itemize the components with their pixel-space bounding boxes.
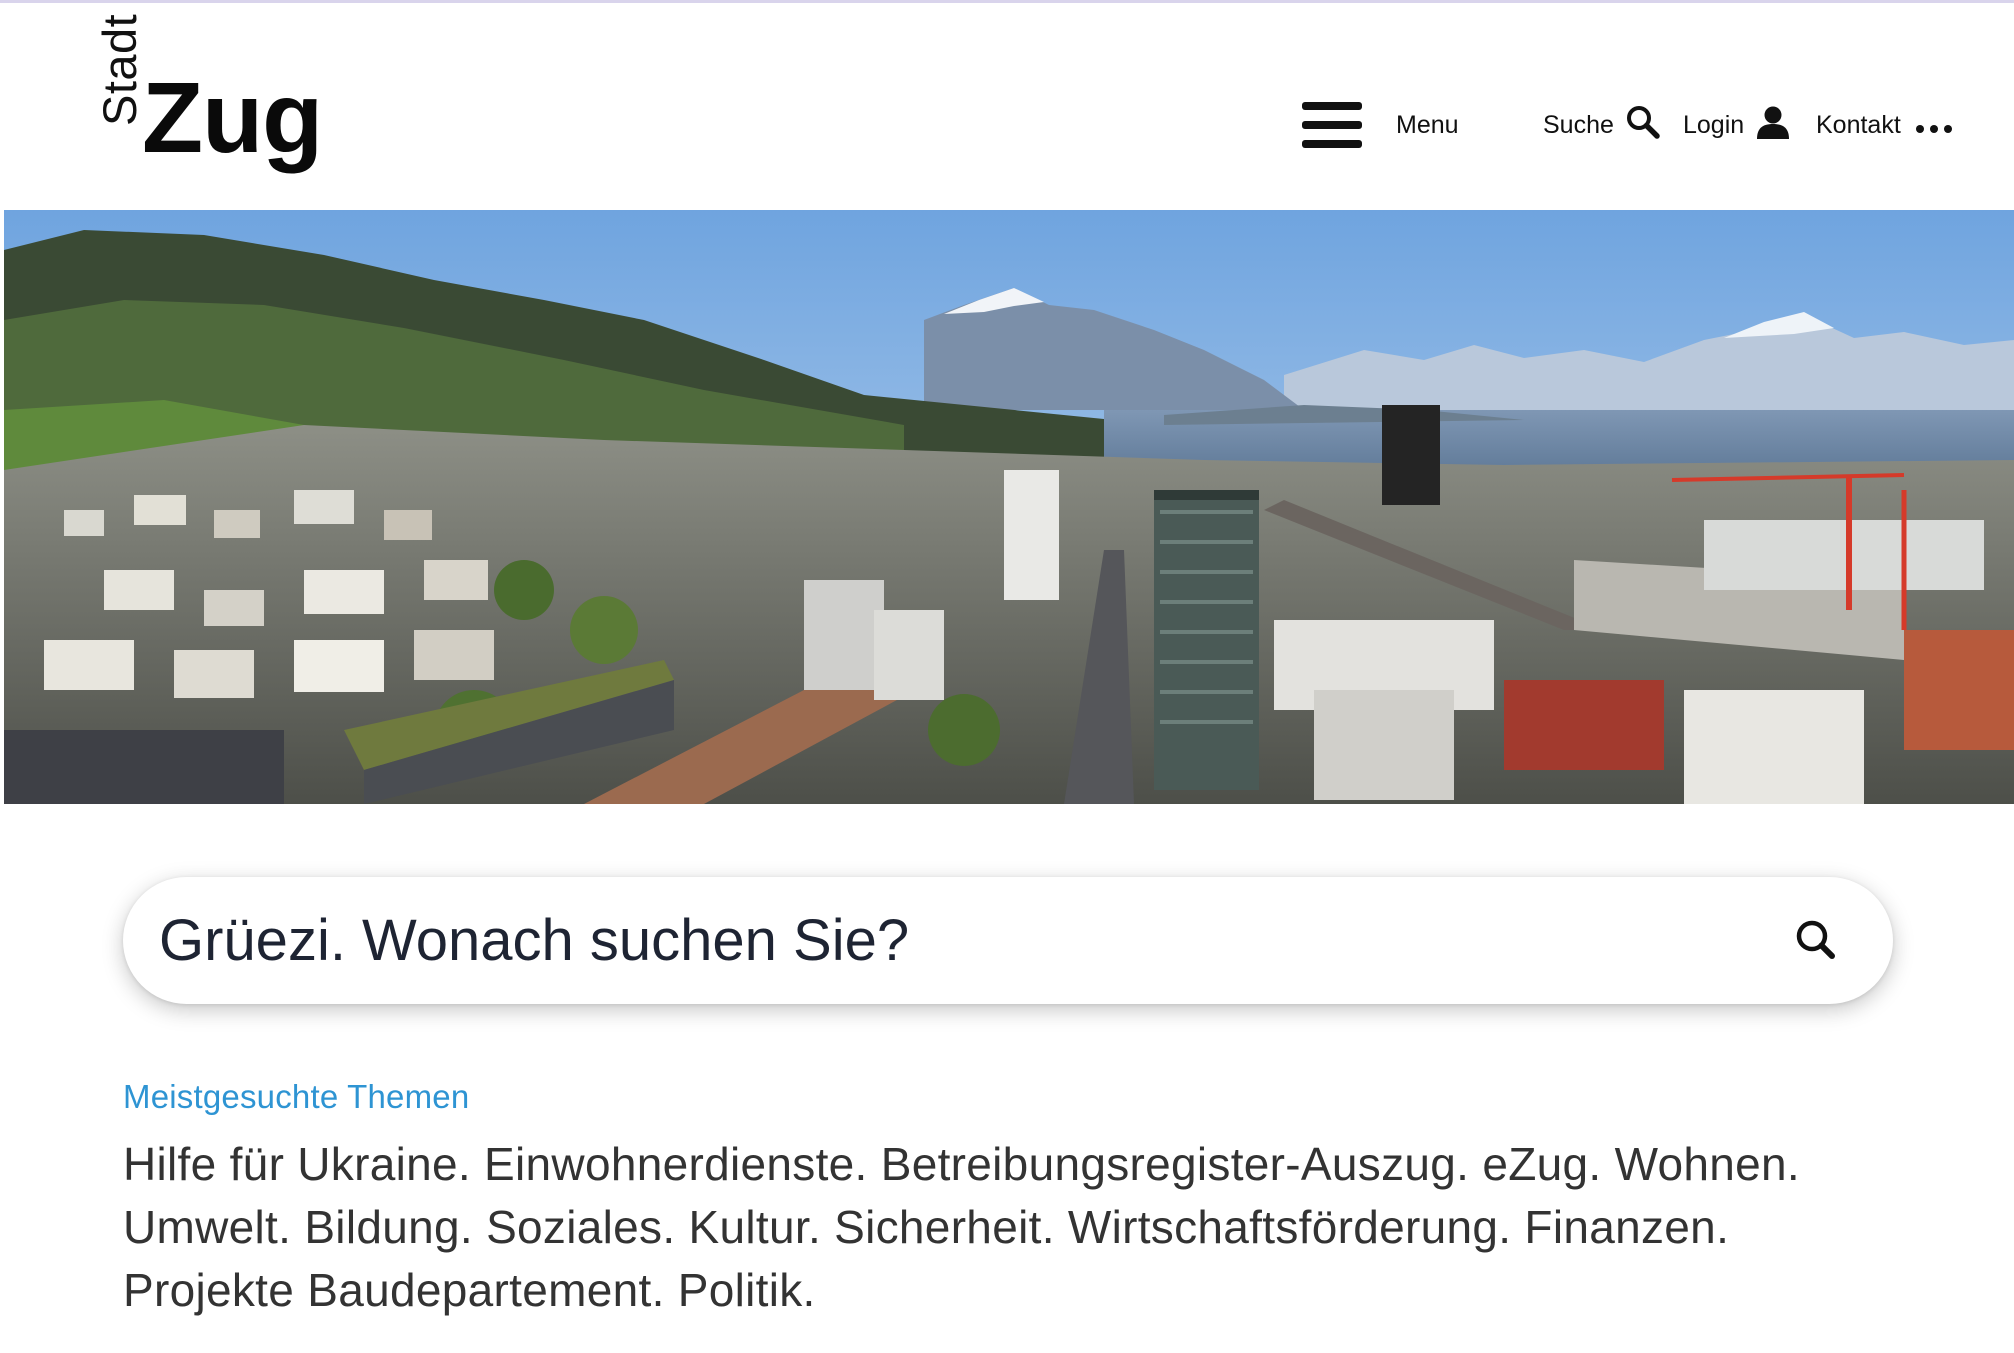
search-label: Suche <box>1543 110 1614 139</box>
topic-link[interactable]: Projekte Baudepartement <box>123 1264 678 1316</box>
top-border <box>0 0 2014 3</box>
topic-link[interactable]: Politik <box>678 1264 816 1316</box>
topic-link[interactable]: Soziales <box>486 1201 688 1253</box>
user-icon <box>1756 105 1790 146</box>
menu-label: Menu <box>1396 110 1459 139</box>
search-link[interactable]: Suche <box>1543 100 1660 150</box>
topic-link[interactable]: Betreibungsregister-Auszug <box>881 1138 1483 1190</box>
logo-prefix: Stadt <box>93 13 146 126</box>
topic-link[interactable]: Wirtschaftsförderung <box>1068 1201 1525 1253</box>
topic-link[interactable]: eZug <box>1482 1138 1614 1190</box>
menu-button[interactable]: Menu <box>1302 100 1459 150</box>
more-dots-icon <box>1915 117 1952 133</box>
topic-link[interactable]: Einwohnerdienste <box>484 1138 881 1190</box>
logo-name: Zug <box>142 62 323 174</box>
hero-image <box>4 210 2014 804</box>
stadt-zug-logo[interactable]: Stadt Zug <box>93 14 336 178</box>
contact-link[interactable]: Kontakt <box>1816 100 1952 150</box>
search-icon <box>1796 920 1835 959</box>
topic-link[interactable]: Finanzen <box>1524 1201 1729 1253</box>
login-link[interactable]: Login <box>1683 100 1790 150</box>
topic-link[interactable]: Hilfe für Ukraine <box>123 1138 484 1190</box>
search-input[interactable] <box>159 897 1759 983</box>
topic-link[interactable]: Sicherheit <box>834 1201 1068 1253</box>
topic-link[interactable]: Bildung <box>304 1201 486 1253</box>
login-label: Login <box>1683 110 1745 139</box>
main-search-box <box>123 877 1893 1004</box>
topics-list: Hilfe für Ukraine Einwohnerdienste Betre… <box>123 1133 1973 1322</box>
search-icon <box>1626 105 1660 146</box>
contact-label: Kontakt <box>1816 110 1901 139</box>
topic-link[interactable]: Kultur <box>689 1201 835 1253</box>
topics-heading: Meistgesuchte Themen <box>123 1078 470 1115</box>
hamburger-icon <box>1302 102 1362 148</box>
topic-link[interactable]: Umwelt <box>123 1201 304 1253</box>
topic-link[interactable]: Wohnen <box>1615 1138 1800 1190</box>
search-submit-button[interactable] <box>1789 913 1845 969</box>
